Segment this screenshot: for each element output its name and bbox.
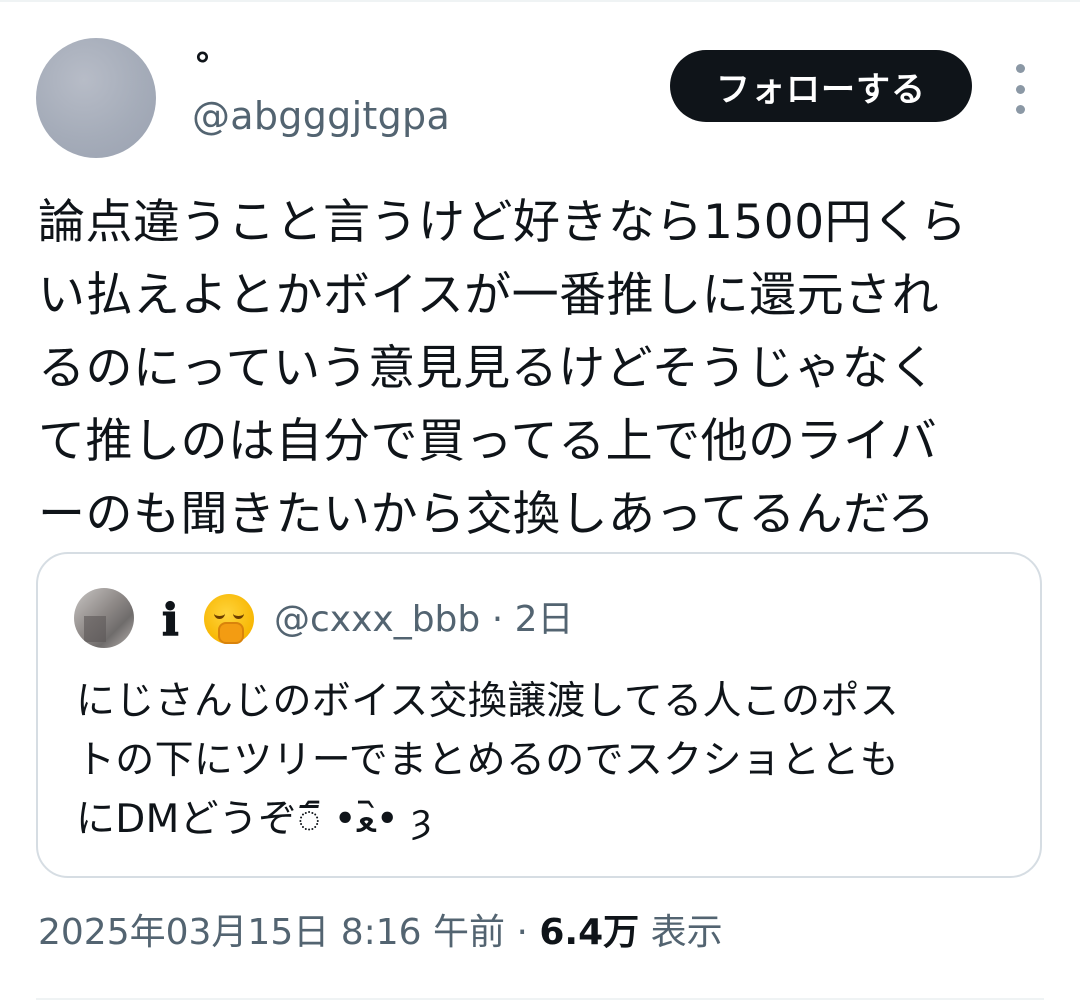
follow-button[interactable]: フォローする xyxy=(670,50,972,122)
author-avatar[interactable] xyxy=(36,38,156,158)
author-display-name[interactable]: ° xyxy=(194,46,211,86)
more-dot xyxy=(1015,105,1025,114)
emoji-eye xyxy=(214,612,225,619)
quoted-author-handle-row: @cxxx_bbb · 2日 xyxy=(274,596,574,644)
post-date[interactable]: 2025年03月15日 xyxy=(38,912,329,953)
quoted-post-text: にじさんじのボイス交換譲渡してる人このポス トの下にツリーでまとめるのでスクショ… xyxy=(76,679,899,842)
author-handle[interactable]: @abgggjtgpa xyxy=(192,94,450,138)
views-label: 表示 xyxy=(650,912,723,953)
more-dot xyxy=(1015,84,1025,94)
quoted-author-avatar xyxy=(74,588,134,648)
post-header: ° @abgggjtgpa フォローする xyxy=(36,38,1046,160)
views-count: 6.4万 xyxy=(539,912,640,953)
post-text: 論点違うこと言うけど好きなら1500円くら い払えよとかボイスが一番推しに還元さ… xyxy=(38,195,968,542)
yawning-face-icon xyxy=(204,594,254,644)
more-dot xyxy=(1015,64,1025,73)
quoted-post-time: 2日 xyxy=(514,599,574,640)
bottom-divider xyxy=(36,998,1044,1000)
quoted-separator: · xyxy=(491,599,504,640)
top-divider xyxy=(0,0,1080,2)
quoted-post-card[interactable]: ℹ @cxxx_bbb · 2日 にじさんじのボイス交換譲渡してる人このポス ト… xyxy=(36,552,1042,878)
quoted-author-handle: @cxxx_bbb xyxy=(274,599,481,640)
post-time[interactable]: 8:16 午前 xyxy=(341,912,505,953)
info-icon: ℹ xyxy=(162,595,179,646)
meta-separator: · xyxy=(516,912,528,953)
emoji-eye xyxy=(233,612,244,619)
emoji-hand xyxy=(218,622,244,644)
more-vertical-icon[interactable] xyxy=(1002,64,1038,114)
post-meta: 2025年03月15日 8:16 午前 · 6.4万 表示 xyxy=(38,908,723,958)
